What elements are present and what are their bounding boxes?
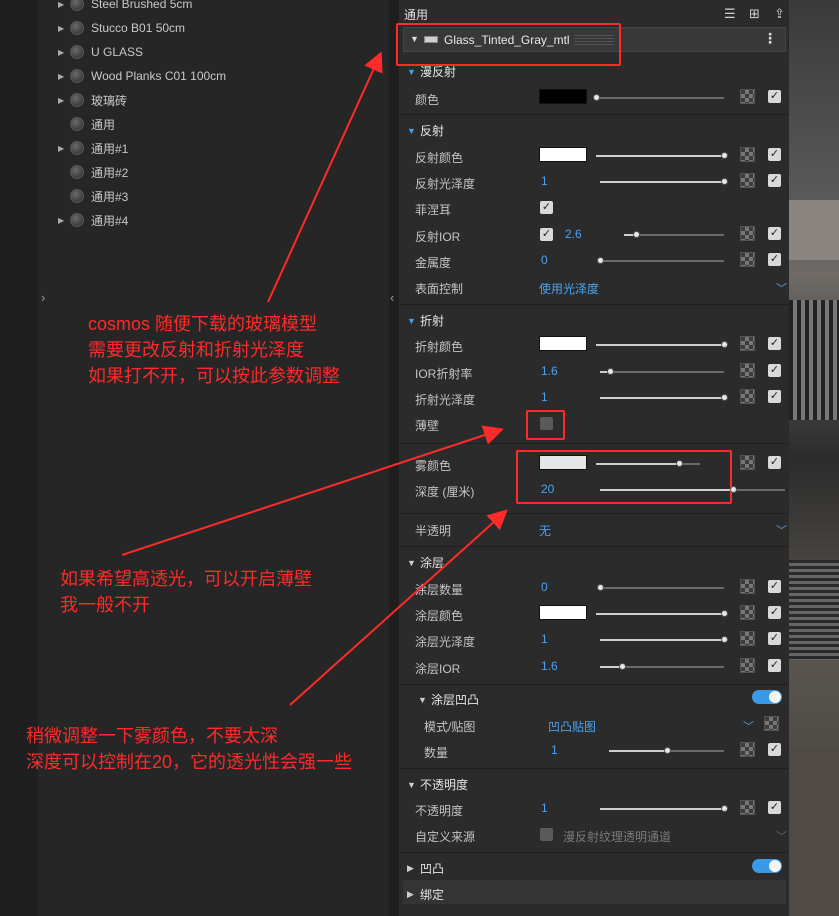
slider-fill (600, 808, 724, 810)
slider-knob[interactable] (721, 341, 728, 348)
texture-slot-icon[interactable] (740, 173, 755, 188)
numeric-value[interactable]: 1 (551, 743, 558, 757)
note-line: cosmos 随便下载的玻璃模型 (88, 314, 318, 334)
slider-knob[interactable] (721, 636, 728, 643)
enable-checkbox[interactable]: ✓ (768, 174, 781, 187)
color-swatch[interactable] (539, 147, 587, 162)
annotation-note-1: cosmos 随便下载的玻璃模型 需要更改反射和折射光泽度 如果打不开，可以按此… (88, 311, 340, 389)
texture-slot-icon[interactable] (740, 605, 755, 620)
texture-slot-icon[interactable] (740, 363, 755, 378)
enable-checkbox[interactable]: ✓ (768, 227, 781, 240)
texture-slot-icon[interactable] (740, 336, 755, 351)
slider-fill (600, 181, 724, 183)
enable-checkbox[interactable]: ✓ (768, 364, 781, 377)
numeric-value[interactable]: 20 (541, 482, 554, 496)
enable-checkbox[interactable]: ✓ (768, 456, 781, 469)
numeric-value[interactable]: 1 (541, 174, 548, 188)
numeric-value[interactable]: 1.6 (541, 364, 558, 378)
note-line: 需要更改反射和折射光泽度 (88, 340, 304, 360)
slider-knob[interactable] (597, 257, 604, 264)
slider-fill (600, 397, 724, 399)
numeric-value[interactable]: 1 (541, 632, 548, 646)
slider-knob[interactable] (606, 368, 614, 375)
texture-slot-icon[interactable] (740, 389, 755, 404)
enable-checkbox[interactable]: ✓ (768, 743, 781, 756)
enable-checkbox[interactable]: ✓ (768, 253, 781, 266)
slider-knob[interactable] (597, 584, 604, 591)
slider-knob[interactable] (721, 394, 728, 401)
slider-fill (596, 463, 680, 465)
slider-track[interactable] (600, 260, 724, 262)
slider-fill (600, 489, 734, 491)
slider-fill (596, 344, 724, 346)
slider-knob[interactable] (663, 747, 671, 754)
note-line: 深度可以控制在20，它的透光性会强一些 (26, 752, 353, 772)
slider-knob[interactable] (593, 94, 600, 101)
numeric-value[interactable]: 0 (541, 580, 548, 594)
enable-checkbox[interactable]: ✓ (768, 90, 781, 103)
slider-track[interactable] (600, 371, 724, 373)
enable-checkbox[interactable]: ✓ (768, 580, 781, 593)
slider-knob[interactable] (721, 610, 728, 617)
slider-track[interactable] (596, 97, 724, 99)
note-line: 我一般不开 (60, 595, 150, 615)
note-line: 如果打不开，可以按此参数调整 (88, 366, 340, 386)
enable-checkbox[interactable]: ✓ (768, 632, 781, 645)
numeric-value[interactable]: 2.6 (565, 227, 582, 241)
color-swatch[interactable] (539, 455, 587, 470)
note-line: 稍微调整一下雾颜色，不要太深 (26, 726, 278, 746)
numeric-value[interactable]: 0 (541, 253, 548, 267)
slider-fill (600, 639, 724, 641)
numeric-value[interactable]: 1 (541, 801, 548, 815)
texture-slot-icon[interactable] (740, 147, 755, 162)
numeric-value[interactable]: 1.6 (541, 659, 558, 673)
texture-slot-icon[interactable] (740, 658, 755, 673)
numeric-value[interactable]: 1 (541, 390, 548, 404)
annotation-note-3: 稍微调整一下雾颜色，不要太深 深度可以控制在20，它的透光性会强一些 (26, 723, 352, 775)
texture-slot-icon[interactable] (740, 226, 755, 241)
texture-slot-icon[interactable] (740, 631, 755, 646)
color-swatch[interactable] (539, 89, 587, 104)
slider-knob[interactable] (721, 178, 728, 185)
slider-fill (596, 155, 724, 157)
slider-knob[interactable] (721, 152, 728, 159)
texture-slot-icon[interactable] (740, 252, 755, 267)
annotation-note-2: 如果希望高透光，可以开启薄壁 我一般不开 (60, 566, 312, 618)
slider-fill (609, 750, 667, 752)
texture-slot-icon[interactable] (740, 455, 755, 470)
enable-checkbox[interactable]: ✓ (768, 390, 781, 403)
annotation-arrows (121, 51, 508, 706)
slider-knob[interactable] (721, 805, 728, 812)
slider-knob[interactable] (633, 231, 640, 238)
texture-slot-icon[interactable] (740, 89, 755, 104)
color-swatch[interactable] (539, 336, 587, 351)
slider-track[interactable] (600, 587, 724, 589)
enable-checkbox[interactable]: ✓ (768, 801, 781, 814)
note-line: 如果希望高透光，可以开启薄壁 (60, 569, 312, 589)
enable-checkbox[interactable]: ✓ (768, 337, 781, 350)
texture-slot-icon[interactable] (740, 742, 755, 757)
color-swatch[interactable] (539, 605, 587, 620)
texture-slot-icon[interactable] (740, 579, 755, 594)
enable-checkbox[interactable]: ✓ (768, 659, 781, 672)
slider-fill (596, 613, 724, 615)
texture-slot-icon[interactable] (740, 800, 755, 815)
enable-checkbox[interactable]: ✓ (768, 606, 781, 619)
enable-checkbox[interactable]: ✓ (768, 148, 781, 161)
